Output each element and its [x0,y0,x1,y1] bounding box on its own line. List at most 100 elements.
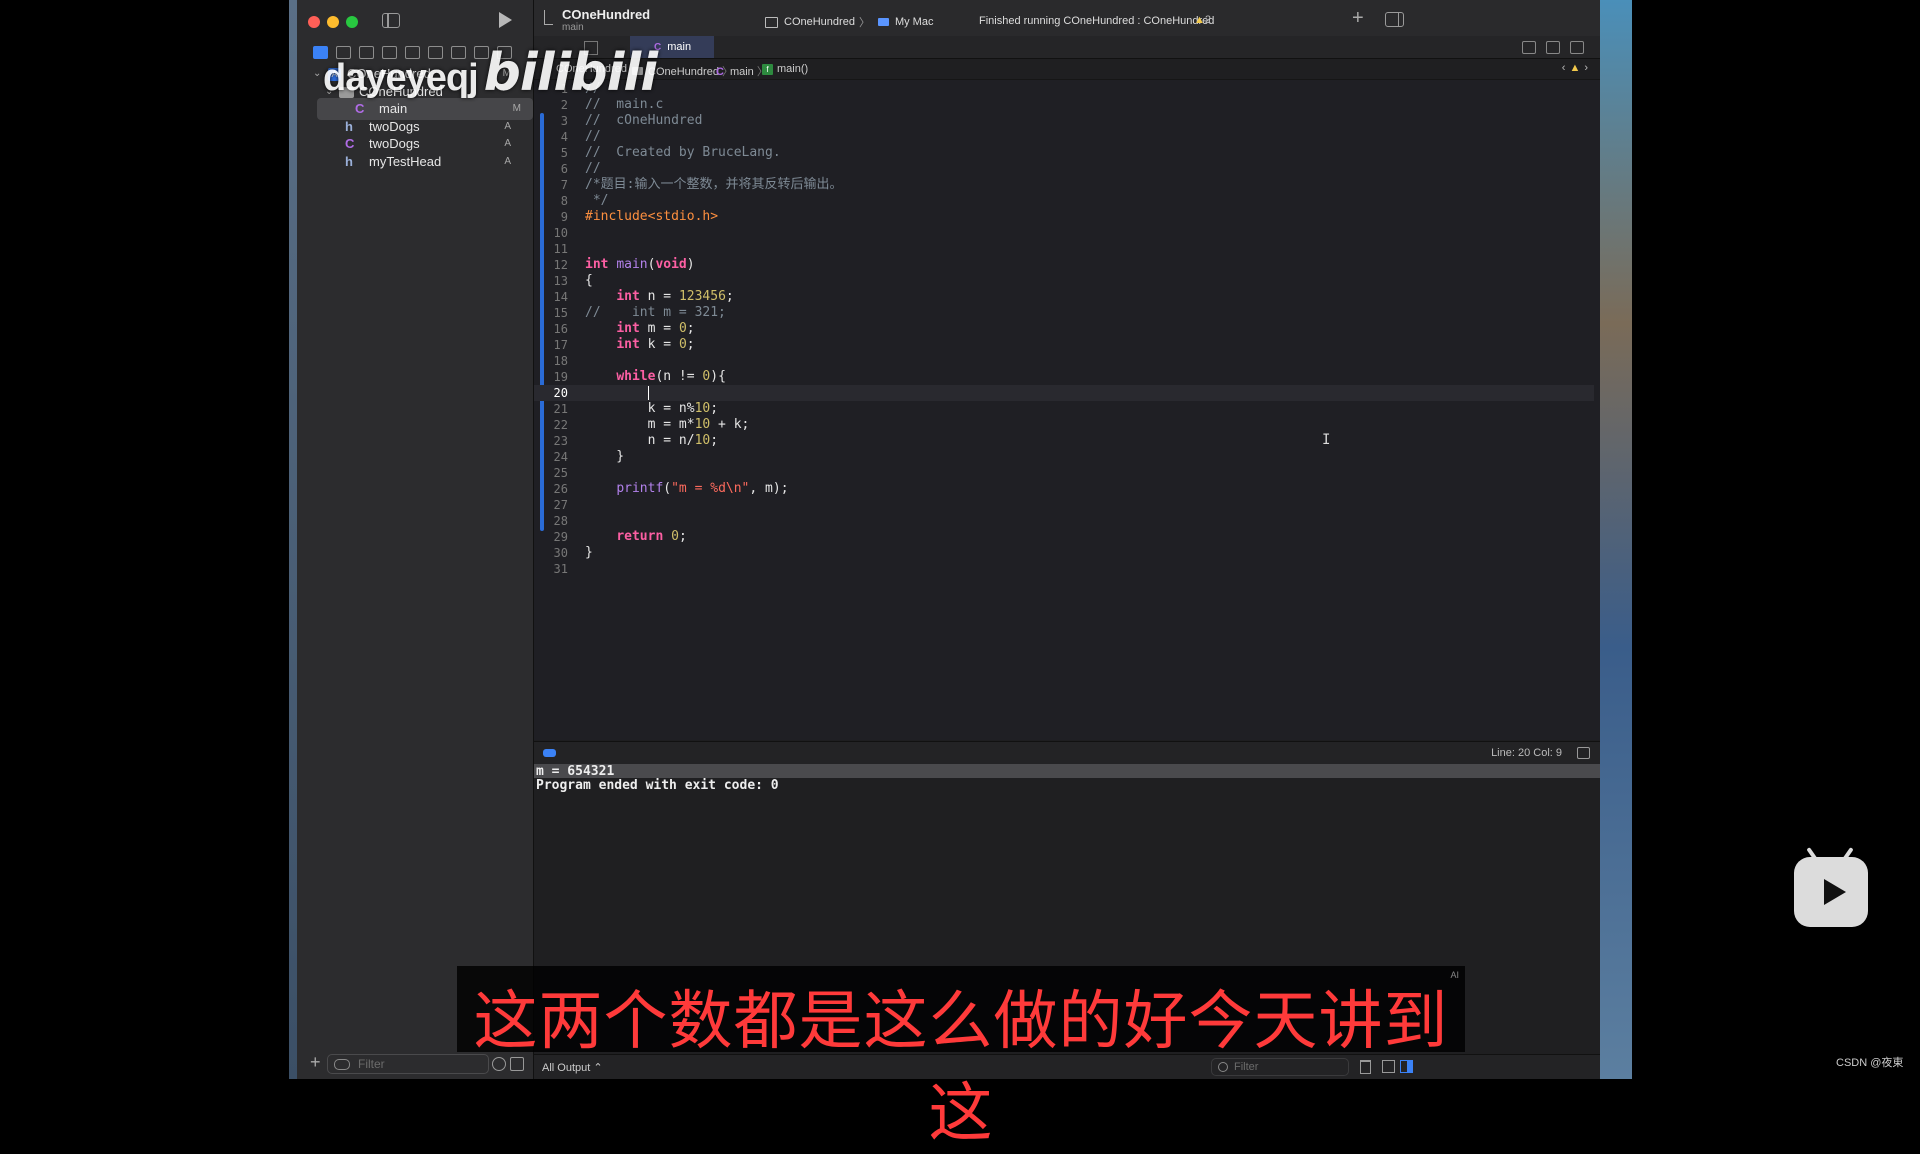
code-text[interactable]: */ [585,193,609,209]
code-line[interactable]: 10 [534,225,1594,241]
code-line[interactable]: 31 [534,561,1594,577]
code-line[interactable]: 30} [534,545,1594,561]
code-text[interactable]: m = m*10 + k; [585,417,750,433]
code-line[interactable]: 24 } [534,449,1594,465]
console-toggle-icon[interactable] [1577,747,1590,759]
destination-name[interactable]: My Mac [895,16,934,28]
code-line[interactable]: 1// [534,81,1594,97]
code-line[interactable]: 17 int k = 0; [534,337,1594,353]
code-text[interactable]: int main(void) [585,257,695,273]
line-number[interactable]: 21 [534,401,568,417]
debug-area-toggle-icon[interactable] [543,749,556,757]
line-number[interactable]: 23 [534,433,568,449]
code-line[interactable]: 9 #include<stdio.h> [534,209,1594,225]
line-number[interactable]: 30 [534,545,568,561]
code-line[interactable]: 2// main.c [534,97,1594,113]
source-editor[interactable]: I 1//2// main.c 3// cOneHundred 4//5// Cre… [534,80,1600,740]
code-text[interactable]: // int m = 321; [585,305,726,321]
code-text[interactable]: n = n/10; [585,433,718,449]
line-number[interactable]: 14 [534,289,568,305]
line-number[interactable]: 24 [534,449,568,465]
inspector-toggle-icon[interactable] [1385,12,1404,27]
line-number[interactable]: 15 [534,305,568,321]
line-number[interactable]: 20 [534,385,568,401]
code-line[interactable]: 15 // int m = 321; [534,305,1594,321]
code-line[interactable]: 21 k = n%10; [534,401,1594,417]
code-line[interactable]: 13 { [534,273,1594,289]
code-line[interactable]: 14 int n = 123456; [534,289,1594,305]
scheme-selector[interactable]: COneHundred 〉 My Mac [765,12,933,32]
code-line[interactable]: 16 int m = 0; [534,321,1594,337]
code-line[interactable]: 22 m = m*10 + k; [534,417,1594,433]
line-number[interactable]: 4 [534,129,568,145]
line-number[interactable]: 31 [534,561,568,577]
code-text[interactable]: printf("m = %d\n", m); [585,481,788,497]
code-line[interactable]: 26 printf("m = %d\n", m); [534,481,1594,497]
refresh-icon[interactable] [1522,41,1536,54]
line-number[interactable]: 8 [534,193,568,209]
code-line[interactable]: 27 [534,497,1594,513]
line-number[interactable]: 25 [534,465,568,481]
library-plus-icon[interactable]: + [1352,7,1364,30]
code-text[interactable]: { [585,273,593,289]
jumpbar-file[interactable]: Cmain 〉 [716,63,768,79]
code-text[interactable] [585,385,649,401]
code-text[interactable]: int n = 123456; [585,289,733,305]
code-line[interactable]: 25 [534,465,1594,481]
sidebar-toggle-icon[interactable] [382,13,400,28]
chevron-right-icon[interactable]: › [1584,62,1588,74]
jumpbar-function[interactable]: f main() [762,63,808,75]
line-number[interactable]: 16 [534,321,568,337]
code-text[interactable]: // [585,161,601,177]
code-line[interactable]: 19 while(n != 0){ [534,369,1594,385]
code-line[interactable]: 4 // [534,129,1594,145]
line-number[interactable]: 9 [534,209,568,225]
code-text[interactable]: // cOneHundred [585,113,702,129]
code-text[interactable]: int k = 0; [585,337,694,353]
code-line[interactable]: 5 // Created by BruceLang. [534,145,1594,161]
code-line[interactable]: 18 [534,353,1594,369]
close-window-button[interactable] [308,16,320,28]
line-number[interactable]: 26 [534,481,568,497]
zoom-window-button[interactable] [346,16,358,28]
line-number[interactable]: 22 [534,417,568,433]
code-line[interactable]: 23 n = n/10; [534,433,1594,449]
code-text[interactable]: int m = 0; [585,321,694,337]
add-file-button[interactable]: + [310,1052,321,1073]
editor-options-icon[interactable] [1546,41,1560,54]
minimize-window-button[interactable] [327,16,339,28]
line-number[interactable]: 28 [534,513,568,529]
code-text[interactable]: /*题目:输入一个整数，并将其反转后输出。 [585,177,842,193]
chevron-left-icon[interactable]: ‹ [1562,62,1566,74]
code-text[interactable]: while(n != 0){ [585,369,726,385]
line-number[interactable]: 13 [534,273,568,289]
line-number[interactable]: 6 [534,161,568,177]
code-text[interactable]: // [585,129,601,145]
line-number[interactable]: 19 [534,369,568,385]
line-number[interactable]: 11 [534,241,568,257]
file-row-mytesthead-h[interactable]: h myTestHead A [297,151,533,173]
code-text[interactable]: } [585,449,624,465]
code-line[interactable]: 28 [534,513,1594,529]
code-line[interactable]: 7 /*题目:输入一个整数，并将其反转后输出。 [534,177,1594,193]
line-number[interactable]: 7 [534,177,568,193]
code-line[interactable]: 29 return 0; [534,529,1594,545]
warning-icon[interactable]: ▲ [1569,62,1580,74]
code-line[interactable]: 3 // cOneHundred [534,113,1594,129]
line-number[interactable]: 27 [534,497,568,513]
run-icon[interactable] [499,12,512,28]
line-number[interactable]: 10 [534,225,568,241]
line-number[interactable]: 17 [534,337,568,353]
code-line[interactable]: 20 [534,385,1594,401]
code-line[interactable]: 12 int main(void) [534,257,1594,273]
code-line[interactable]: 11 [534,241,1594,257]
warning-indicator[interactable]: ▲2 [1194,14,1211,26]
line-number[interactable]: 3 [534,113,568,129]
code-line[interactable]: 8 */ [534,193,1594,209]
code-text[interactable]: k = n%10; [585,401,718,417]
line-number[interactable]: 29 [534,529,568,545]
line-number[interactable]: 18 [534,353,568,369]
code-text[interactable]: } [585,545,593,561]
code-text[interactable]: #include<stdio.h> [585,209,718,225]
code-text[interactable]: return 0; [585,529,686,545]
